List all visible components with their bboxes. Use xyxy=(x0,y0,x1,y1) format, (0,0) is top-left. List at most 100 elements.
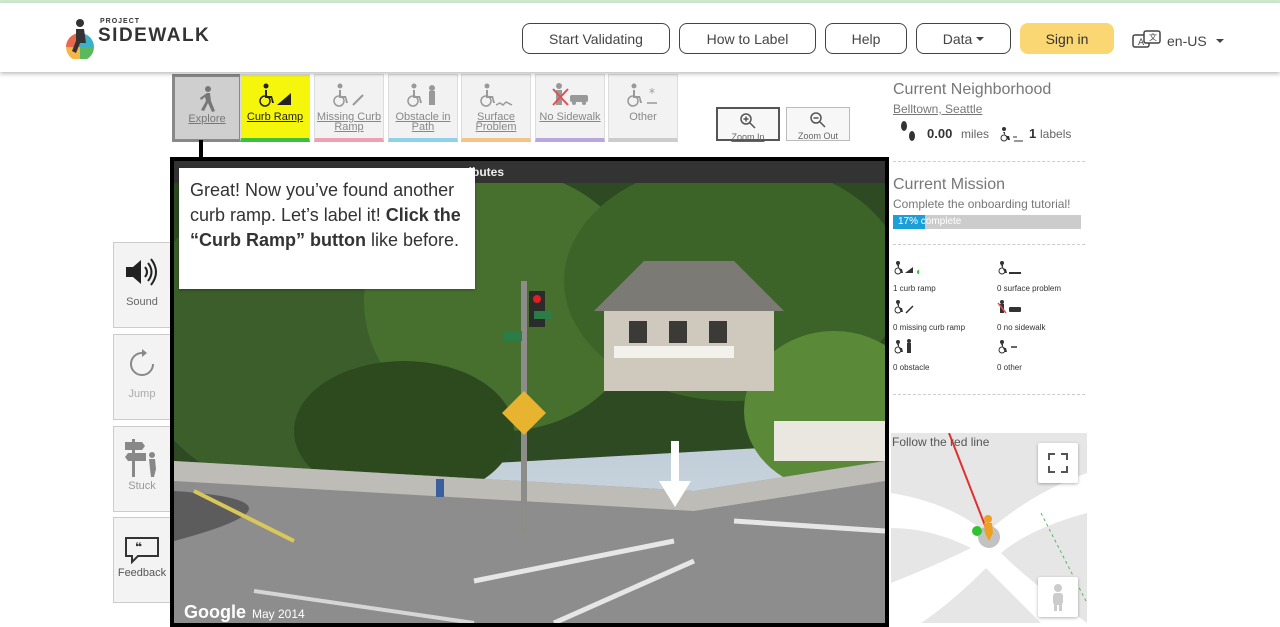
logo-small-text: PROJECT xyxy=(100,18,141,25)
zoom-out-label: Zoom Out xyxy=(797,131,838,141)
data-dropdown-button[interactable]: Data xyxy=(916,23,1011,54)
footsteps-icon xyxy=(901,121,915,141)
minimap[interactable]: Follow the red line xyxy=(891,433,1087,623)
progress-text: 17% complete xyxy=(898,216,962,227)
fullscreen-icon xyxy=(1048,453,1068,473)
sign-in-button[interactable]: Sign in xyxy=(1020,23,1114,54)
feedback-label: Feedback xyxy=(117,567,167,579)
imagery-date: May 2014 xyxy=(252,607,305,621)
obstacle-stat-icon xyxy=(894,339,911,354)
zoom-out-button[interactable]: Zoom Out xyxy=(786,107,850,141)
other-stat-icon xyxy=(998,340,1017,354)
surface-problem-stat-icon xyxy=(998,261,1021,275)
svg-text:文: 文 xyxy=(1149,32,1157,42)
chevron-down-icon xyxy=(976,36,985,41)
missing-curb-ramp-label: Missing Curb Ramp xyxy=(316,111,382,133)
tip-end-text: like before. xyxy=(371,230,460,250)
no-sidewalk-stat: 0 no sidewalk xyxy=(997,323,1046,332)
obstacle-label: Obstacle in Path xyxy=(395,111,451,133)
start-validating-button[interactable]: Start Validating xyxy=(522,23,670,54)
speaker-icon xyxy=(126,258,157,286)
stuck-label: Stuck xyxy=(128,480,156,492)
onboarding-tooltip: Great! Now you’ve found another curb ram… xyxy=(179,168,475,289)
mission-section: Current Mission Complete the onboarding … xyxy=(893,176,1083,211)
stuck-button[interactable]: Stuck xyxy=(113,426,171,512)
neighborhood-link[interactable]: Belltown, Seattle xyxy=(893,102,1083,116)
jump-icon xyxy=(130,349,154,376)
stuck-signpost-icon xyxy=(125,439,156,477)
surface-problem-stat: 0 surface problem xyxy=(997,284,1062,293)
fullscreen-button[interactable] xyxy=(1038,443,1078,483)
curb-ramp-label: Curb Ramp xyxy=(246,111,304,123)
explore-tool-button[interactable]: Explore xyxy=(172,74,242,142)
other-icon: * xyxy=(627,83,657,107)
surface-problem-icon xyxy=(480,83,513,107)
jump-label: Jump xyxy=(128,388,156,400)
zoom-out-icon xyxy=(810,112,826,128)
labels-unit: labels xyxy=(1040,127,1072,141)
curb-ramp-stat: 1 curb ramp xyxy=(893,284,936,293)
no-sidewalk-icon xyxy=(552,83,588,106)
labels-value: 1 xyxy=(1029,126,1037,141)
google-logo-text: Google xyxy=(184,602,246,622)
surface-problem-tool-button[interactable]: Surface Problem xyxy=(461,74,531,142)
pegman-button[interactable] xyxy=(1038,577,1078,617)
navbar: PROJECT SIDEWALK Start Validating How to… xyxy=(0,3,1280,72)
obstacle-icon xyxy=(407,83,435,107)
divider xyxy=(893,161,1085,162)
zoom-in-button[interactable]: Zoom In xyxy=(716,107,780,142)
curb-ramp-tool-button[interactable]: Curb Ramp xyxy=(240,74,310,142)
translate-icon: A 文 xyxy=(1132,30,1161,48)
explore-label: Explore xyxy=(188,113,226,125)
google-watermark: Google May 2014 xyxy=(184,602,305,623)
other-tool-button[interactable]: * Other xyxy=(608,74,678,142)
mission-description: Complete the onboarding tutorial! xyxy=(893,197,1071,211)
sound-button[interactable]: Sound xyxy=(113,242,171,328)
language-label: en-US xyxy=(1167,33,1207,49)
svg-text:*: * xyxy=(649,86,655,100)
svg-text:A: A xyxy=(1138,38,1145,48)
no-sidewalk-stat-icon xyxy=(997,300,1021,314)
logo-big-text: SIDEWALK xyxy=(98,25,211,46)
missing-curb-ramp-icon xyxy=(333,83,364,107)
mission-title: Current Mission xyxy=(893,176,1006,193)
feedback-speech-icon: ❝ xyxy=(125,537,159,564)
missing-curb-ramp-stat-icon xyxy=(894,300,914,314)
mission-progress-bar: 17% complete xyxy=(893,215,1081,229)
divider xyxy=(893,394,1085,395)
miles-unit: miles xyxy=(961,127,990,141)
language-selector[interactable]: A 文 en-US xyxy=(1132,29,1224,53)
chevron-down-icon xyxy=(1215,39,1224,43)
other-stat: 0 other xyxy=(997,363,1022,372)
obstacle-stat: 0 obstacle xyxy=(893,363,930,372)
divider xyxy=(893,244,1085,245)
curb-ramp-icon xyxy=(259,83,291,107)
neighborhood-title: Current Neighborhood xyxy=(893,81,1052,98)
neighborhood-stats: 0.00 miles 1 labels xyxy=(893,120,1083,146)
pegman-icon xyxy=(1053,584,1063,611)
other-label: Other xyxy=(629,111,657,123)
sound-label: Sound xyxy=(126,296,158,308)
curb-ramp-stat-icon xyxy=(894,261,919,275)
miles-value: 0.00 xyxy=(927,126,953,141)
feedback-button[interactable]: ❝ Feedback xyxy=(113,517,171,603)
project-sidewalk-logo[interactable]: PROJECT SIDEWALK xyxy=(62,17,222,61)
help-button[interactable]: Help xyxy=(825,23,907,54)
missing-curb-ramp-stat: 0 missing curb ramp xyxy=(893,323,966,332)
walking-person-icon xyxy=(200,86,215,112)
jump-button[interactable]: Jump xyxy=(113,334,171,420)
missing-curb-ramp-tool-button[interactable]: Missing Curb Ramp xyxy=(314,74,384,142)
map-hint: Follow the red line xyxy=(892,435,990,449)
no-sidewalk-label: No Sidewalk xyxy=(539,111,601,123)
zoom-in-icon xyxy=(740,113,756,129)
obstacle-tool-button[interactable]: Obstacle in Path xyxy=(388,74,458,142)
zoom-in-label: Zoom In xyxy=(731,132,765,142)
data-label: Data xyxy=(942,30,973,47)
surface-problem-label: Surface Problem xyxy=(475,111,517,133)
no-sidewalk-tool-button[interactable]: No Sidewalk xyxy=(535,74,605,142)
label-icon xyxy=(1000,127,1023,142)
how-to-label-button[interactable]: How to Label xyxy=(679,23,816,54)
svg-text:❝: ❝ xyxy=(135,540,142,554)
logo-icon xyxy=(66,19,94,59)
neighborhood-section: Current Neighborhood Belltown, Seattle 0… xyxy=(893,81,1083,146)
